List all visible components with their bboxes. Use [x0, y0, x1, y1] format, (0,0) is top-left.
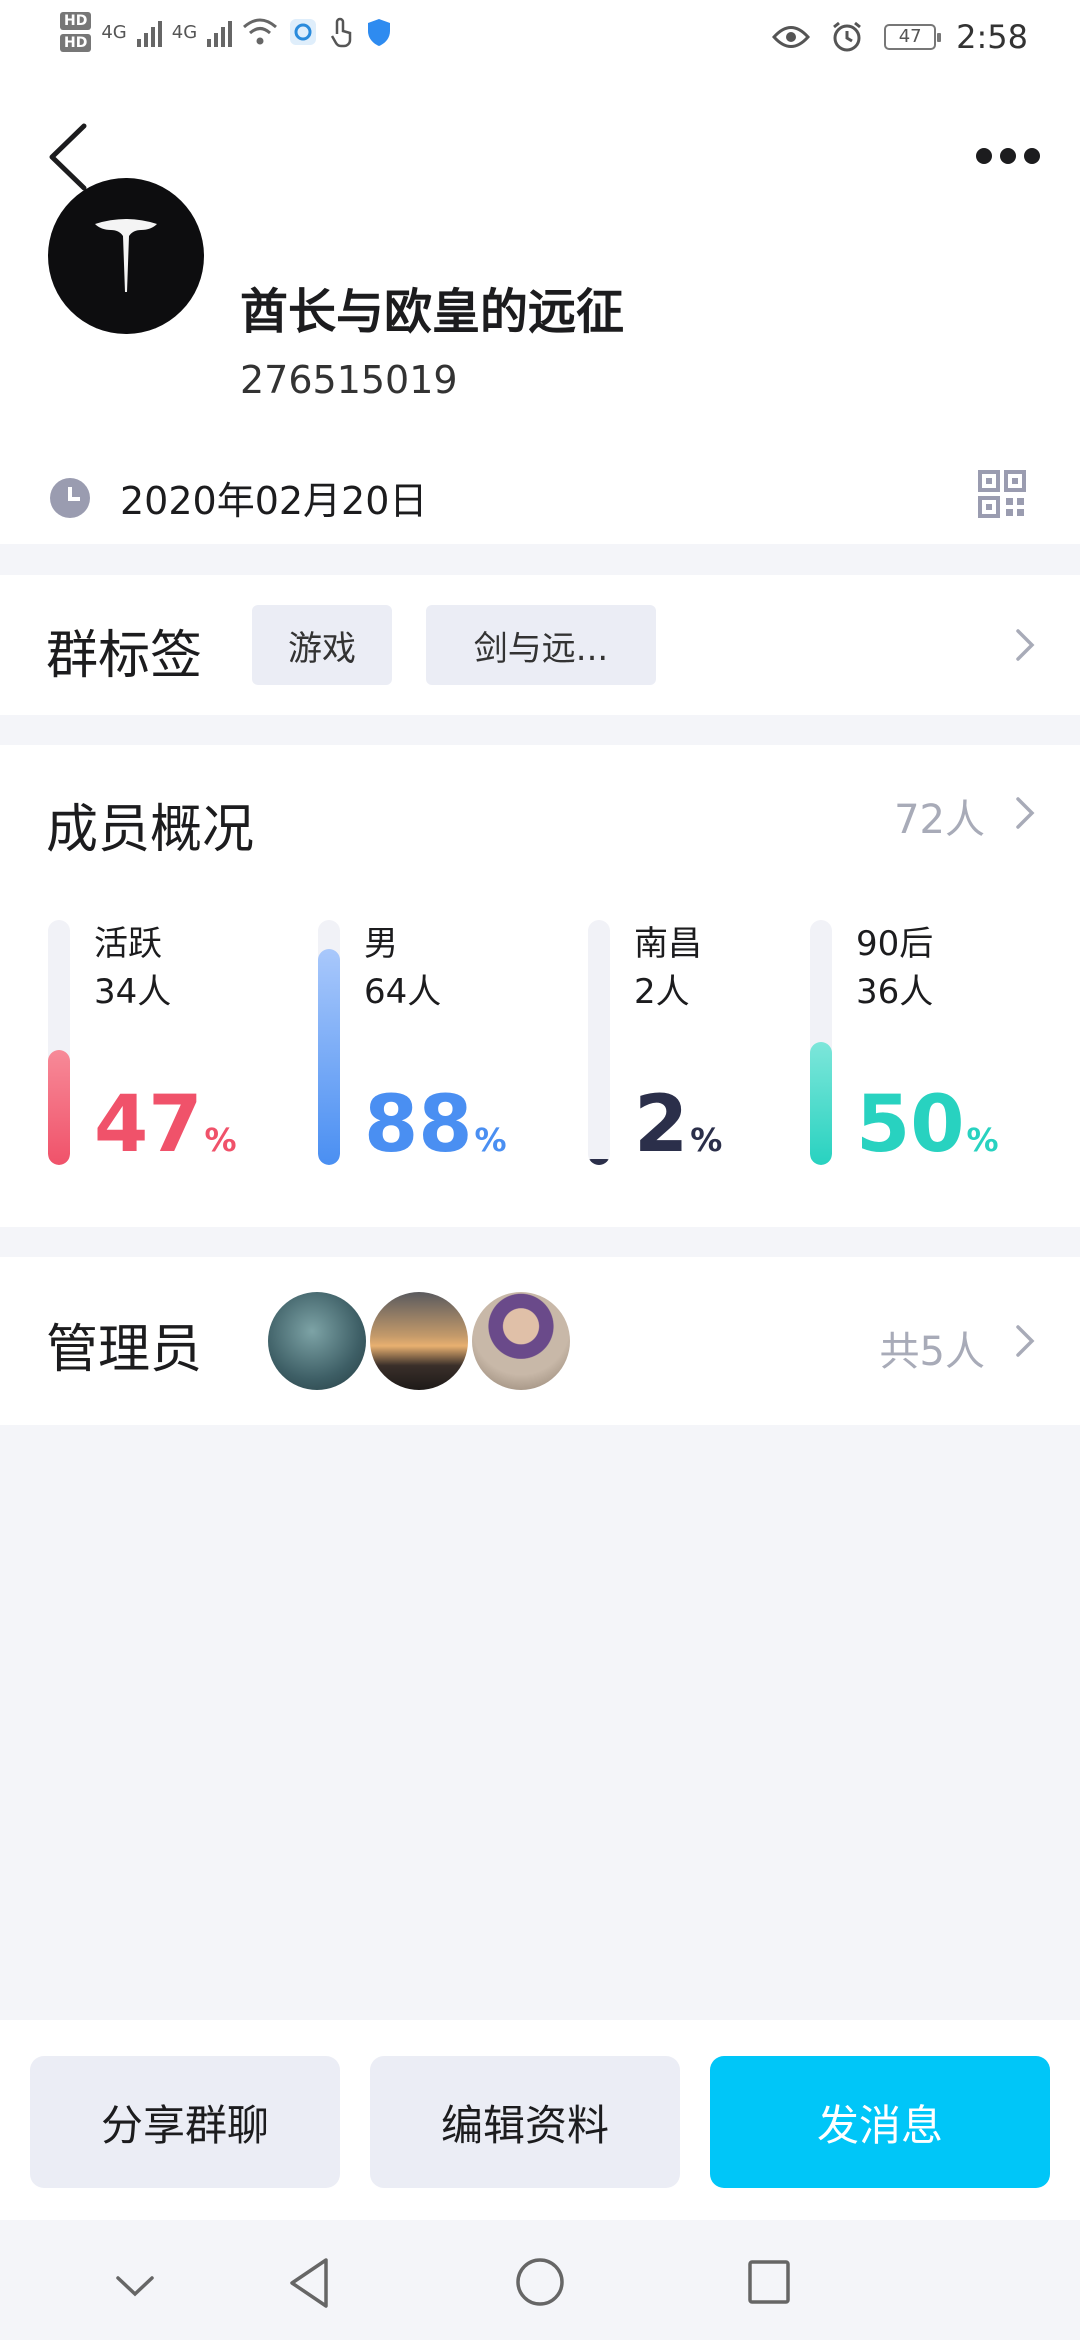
- hd2-badge: HD: [60, 34, 92, 52]
- stat-label: 活跃: [94, 924, 162, 964]
- chevron-right-icon: [1016, 1325, 1035, 1357]
- status-bar: HD HD 4G 4G 47 2:58: [0, 0, 1080, 84]
- signal-icon: [207, 17, 233, 47]
- share-group-button[interactable]: 分享群聊: [30, 2056, 340, 2188]
- stat-percent-value: 88: [364, 1080, 473, 1170]
- stat-percent: 50%: [856, 1080, 999, 1185]
- admin-total: 共5人: [879, 1329, 985, 1375]
- members-title: 成员概况: [46, 800, 255, 860]
- wifi-icon: [243, 18, 278, 45]
- member-stat: 男 64人 88%: [318, 920, 568, 1180]
- admin-avatar[interactable]: [472, 1292, 570, 1390]
- stat-count: 64人: [364, 972, 442, 1012]
- group-id: 276515019: [240, 358, 458, 402]
- member-count[interactable]: 72人: [894, 787, 985, 845]
- stat-percent: 47%: [94, 1080, 237, 1185]
- signal-icon: [136, 17, 162, 47]
- group-avatar[interactable]: [48, 178, 204, 334]
- group-name: 酋长与欧皇的远征: [240, 284, 625, 340]
- stat-percent-unit: %: [204, 1121, 237, 1159]
- stat-percent-value: 2: [634, 1080, 689, 1170]
- chevron-right-icon[interactable]: [1012, 795, 1038, 831]
- stat-label: 90后: [856, 924, 934, 964]
- tag-sword[interactable]: 剑与远...: [426, 605, 656, 685]
- stat-percent-unit: %: [966, 1121, 999, 1159]
- network-type-2: 4G: [171, 21, 198, 43]
- more-options-icon[interactable]: [976, 148, 1040, 164]
- back-nav-icon[interactable]: [286, 2256, 332, 2310]
- admins-title: 管理员: [46, 1320, 203, 1380]
- tesla-logo-icon: [95, 219, 157, 292]
- stat-percent-unit: %: [690, 1121, 723, 1159]
- stat-bar: [318, 920, 340, 1165]
- tag-game[interactable]: 游戏: [252, 605, 392, 685]
- creation-date-row: 2020年02月20日: [50, 470, 427, 525]
- hd1-badge: HD: [60, 12, 92, 30]
- network-type-1: 4G: [101, 21, 127, 43]
- stat-bar: [810, 920, 832, 1165]
- stat-count: 34人: [94, 972, 172, 1012]
- stat-label: 男: [364, 924, 398, 964]
- eye-icon: [772, 26, 811, 48]
- stat-percent-unit: %: [474, 1121, 507, 1159]
- stat-percent: 2%: [634, 1080, 722, 1185]
- chevron-right-icon: [1016, 629, 1035, 661]
- stat-count: 36人: [856, 972, 934, 1012]
- stat-bar-fill: [810, 1042, 832, 1165]
- app-notification-icon: [290, 19, 317, 45]
- shield-icon: [368, 19, 391, 46]
- member-stat: 90后 36人 50%: [810, 920, 1060, 1180]
- status-time: 2:58: [956, 18, 1028, 56]
- member-stat: 南昌 2人 2%: [588, 920, 838, 1180]
- stat-percent-value: 47: [94, 1080, 203, 1170]
- action-bar: 分享群聊 编辑资料 发消息: [0, 2020, 1080, 2220]
- system-nav-bar: [0, 2220, 1080, 2340]
- hd-indicators: HD HD: [60, 12, 92, 52]
- back-icon[interactable]: [48, 122, 88, 192]
- admins-row[interactable]: 管理员 共5人: [0, 1257, 1080, 1425]
- battery-icon: 47: [884, 24, 942, 50]
- edit-profile-button[interactable]: 编辑资料: [370, 2056, 680, 2188]
- stat-percent-value: 50: [856, 1080, 965, 1170]
- home-nav-icon[interactable]: [514, 2256, 566, 2308]
- stat-count: 2人: [634, 972, 690, 1012]
- stat-percent: 88%: [364, 1080, 507, 1185]
- member-stat: 活跃 34人 47%: [48, 920, 298, 1180]
- stat-bar: [48, 920, 70, 1165]
- stat-label: 南昌: [634, 924, 702, 964]
- send-message-button[interactable]: 发消息: [710, 2056, 1050, 2188]
- chevron-down-icon[interactable]: [114, 2274, 156, 2300]
- creation-date: 2020年02月20日: [120, 479, 428, 523]
- stat-bar-fill: [588, 1159, 610, 1165]
- admin-avatar[interactable]: [268, 1292, 366, 1390]
- stat-bar-fill: [318, 949, 340, 1165]
- alarm-icon: [833, 21, 862, 52]
- tags-title: 群标签: [46, 626, 203, 686]
- recents-nav-icon[interactable]: [746, 2258, 792, 2306]
- stat-bar: [588, 920, 610, 1165]
- admin-avatar[interactable]: [370, 1292, 468, 1390]
- stat-bar-fill: [48, 1050, 70, 1165]
- touch-icon: [331, 17, 352, 48]
- group-tags-row[interactable]: 群标签 游戏 剑与远...: [0, 575, 1080, 715]
- qr-code-icon[interactable]: [978, 470, 1026, 518]
- clock-icon: [50, 477, 90, 518]
- member-overview: 成员概况 72人 活跃 34人 47% 男 64人 88% 南昌 2人 2% 90后 36人 50%: [0, 745, 1080, 1227]
